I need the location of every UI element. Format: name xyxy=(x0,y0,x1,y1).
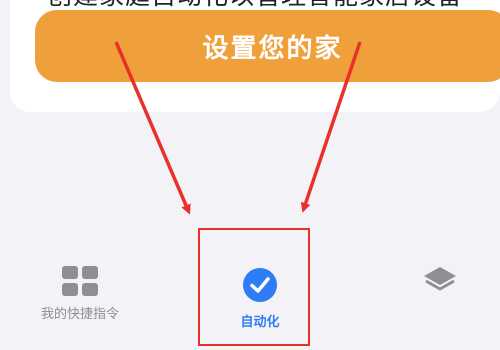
left-arrow xyxy=(114,41,191,215)
annotation-arrows xyxy=(114,41,362,215)
right-arrow xyxy=(300,41,362,213)
